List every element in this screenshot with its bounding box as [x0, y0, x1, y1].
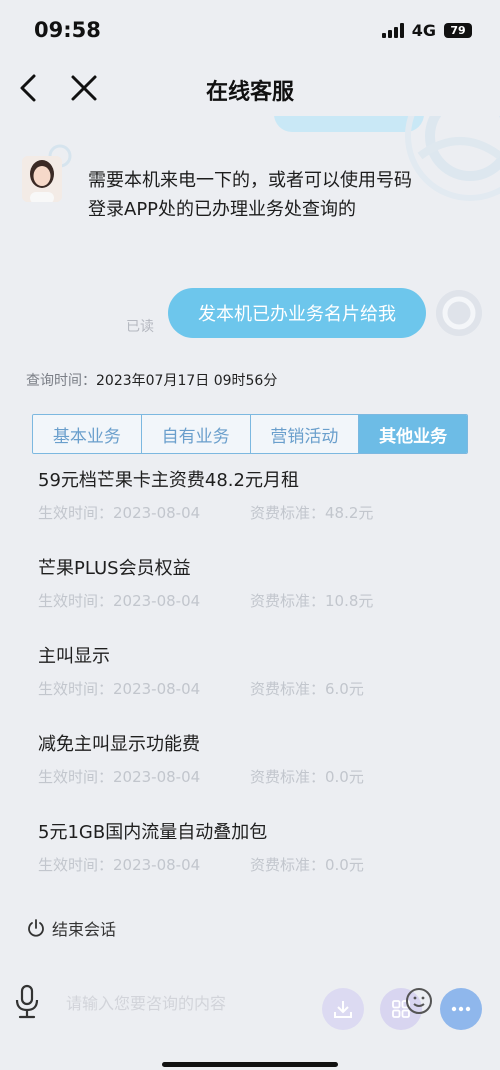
service-name: 芒果PLUS会员权益 [38, 558, 191, 579]
agent-avatar [22, 156, 62, 202]
tab-label: 自有业务 [161, 426, 230, 447]
input-bar: 请输入您要咨询的内容 [0, 970, 500, 1040]
service-meta: 生效时间：2023-08-04 资费标准：6.0元 [38, 678, 458, 699]
microphone-icon[interactable] [12, 984, 42, 1020]
query-time-label: 查询时间： [26, 373, 96, 389]
fee-standard: 资费标准：10.8元 [250, 592, 374, 610]
nav-bar: 在线客服 [0, 60, 500, 116]
fee-standard: 资费标准：6.0元 [250, 680, 364, 698]
user-message-bubble[interactable]: 发本机已办业务名片给我 [168, 288, 426, 338]
tab-marketing[interactable]: 营销活动 [250, 415, 360, 453]
message-input[interactable]: 请输入您要咨询的内容 [66, 990, 226, 1014]
business-tabs: 基本业务 自有业务 营销活动 其他业务 [32, 414, 468, 454]
end-session-button[interactable]: 结束会话 [26, 916, 116, 940]
service-name: 减免主叫显示功能费 [38, 734, 200, 755]
list-item: 减免主叫显示功能费 生效时间：2023-08-04 资费标准：0.0元 [38, 730, 458, 818]
service-name: 主叫显示 [38, 646, 110, 667]
tab-basic-business[interactable]: 基本业务 [33, 415, 142, 453]
signal-icon [381, 22, 404, 38]
status-indicators: 4G 79 [381, 20, 472, 40]
download-icon [334, 1001, 352, 1018]
tab-label: 其他业务 [379, 426, 448, 447]
more-icon [451, 1006, 471, 1012]
list-item: 5元1GB国内流量自动叠加包 生效时间：2023-08-04 资费标准：0.0元 [38, 818, 458, 906]
list-item: 59元档芒果卡主资费48.2元月租 生效时间：2023-08-04 资费标准：4… [38, 466, 458, 554]
tab-other-business[interactable]: 其他业务 [359, 415, 467, 453]
effective-date: 生效时间：2023-08-04 [38, 768, 201, 786]
service-meta: 生效时间：2023-08-04 资费标准：10.8元 [38, 590, 458, 611]
effective-date: 生效时间：2023-08-04 [38, 592, 201, 610]
query-time-value: 2023年07月17日 09时56分 [96, 373, 278, 389]
status-bar: 09:58 4G 79 [0, 0, 500, 60]
fee-standard: 资费标准：48.2元 [250, 504, 374, 522]
battery-level: 79 [450, 23, 466, 37]
service-name: 5元1GB国内流量自动叠加包 [38, 822, 268, 843]
status-time: 09:58 [34, 18, 101, 42]
service-meta: 生效时间：2023-08-04 资费标准：0.0元 [38, 854, 458, 875]
home-indicator [162, 1062, 338, 1067]
more-button[interactable] [440, 988, 482, 1030]
fee-standard: 资费标准：0.0元 [250, 768, 364, 786]
list-item: 主叫显示 生效时间：2023-08-04 资费标准：6.0元 [38, 642, 458, 730]
end-session-label: 结束会话 [52, 920, 117, 939]
service-name: 59元档芒果卡主资费48.2元月租 [38, 470, 299, 491]
emoji-icon[interactable] [404, 986, 434, 1016]
effective-date: 生效时间：2023-08-04 [38, 504, 201, 522]
battery-icon: 79 [444, 22, 472, 38]
tab-label: 基本业务 [52, 426, 121, 447]
user-avatar [436, 290, 482, 336]
tab-own-business[interactable]: 自有业务 [141, 415, 251, 453]
list-item: 芒果PLUS会员权益 生效时间：2023-08-04 资费标准：10.8元 [38, 554, 458, 642]
service-meta: 生效时间：2023-08-04 资费标准：0.0元 [38, 766, 458, 787]
agent-message: 需要本机来电一下的，或者可以使用号码登录APP处的已办理业务处查询的 [88, 170, 412, 220]
query-time: 查询时间：2023年07月17日 09时56分 [26, 370, 277, 390]
page-title: 在线客服 [205, 80, 294, 105]
fee-standard: 资费标准：0.0元 [250, 856, 364, 874]
service-list: 59元档芒果卡主资费48.2元月租 生效时间：2023-08-04 资费标准：4… [38, 466, 458, 906]
network-type: 4G [411, 20, 436, 40]
effective-date: 生效时间：2023-08-04 [38, 856, 201, 874]
download-button[interactable] [322, 988, 364, 1030]
power-icon [28, 919, 44, 937]
user-message-text: 发本机已办业务名片给我 [198, 304, 396, 325]
read-receipt: 已读 [126, 319, 154, 335]
effective-date: 生效时间：2023-08-04 [38, 680, 201, 698]
service-meta: 生效时间：2023-08-04 资费标准：48.2元 [38, 502, 458, 523]
tab-label: 营销活动 [270, 426, 339, 447]
